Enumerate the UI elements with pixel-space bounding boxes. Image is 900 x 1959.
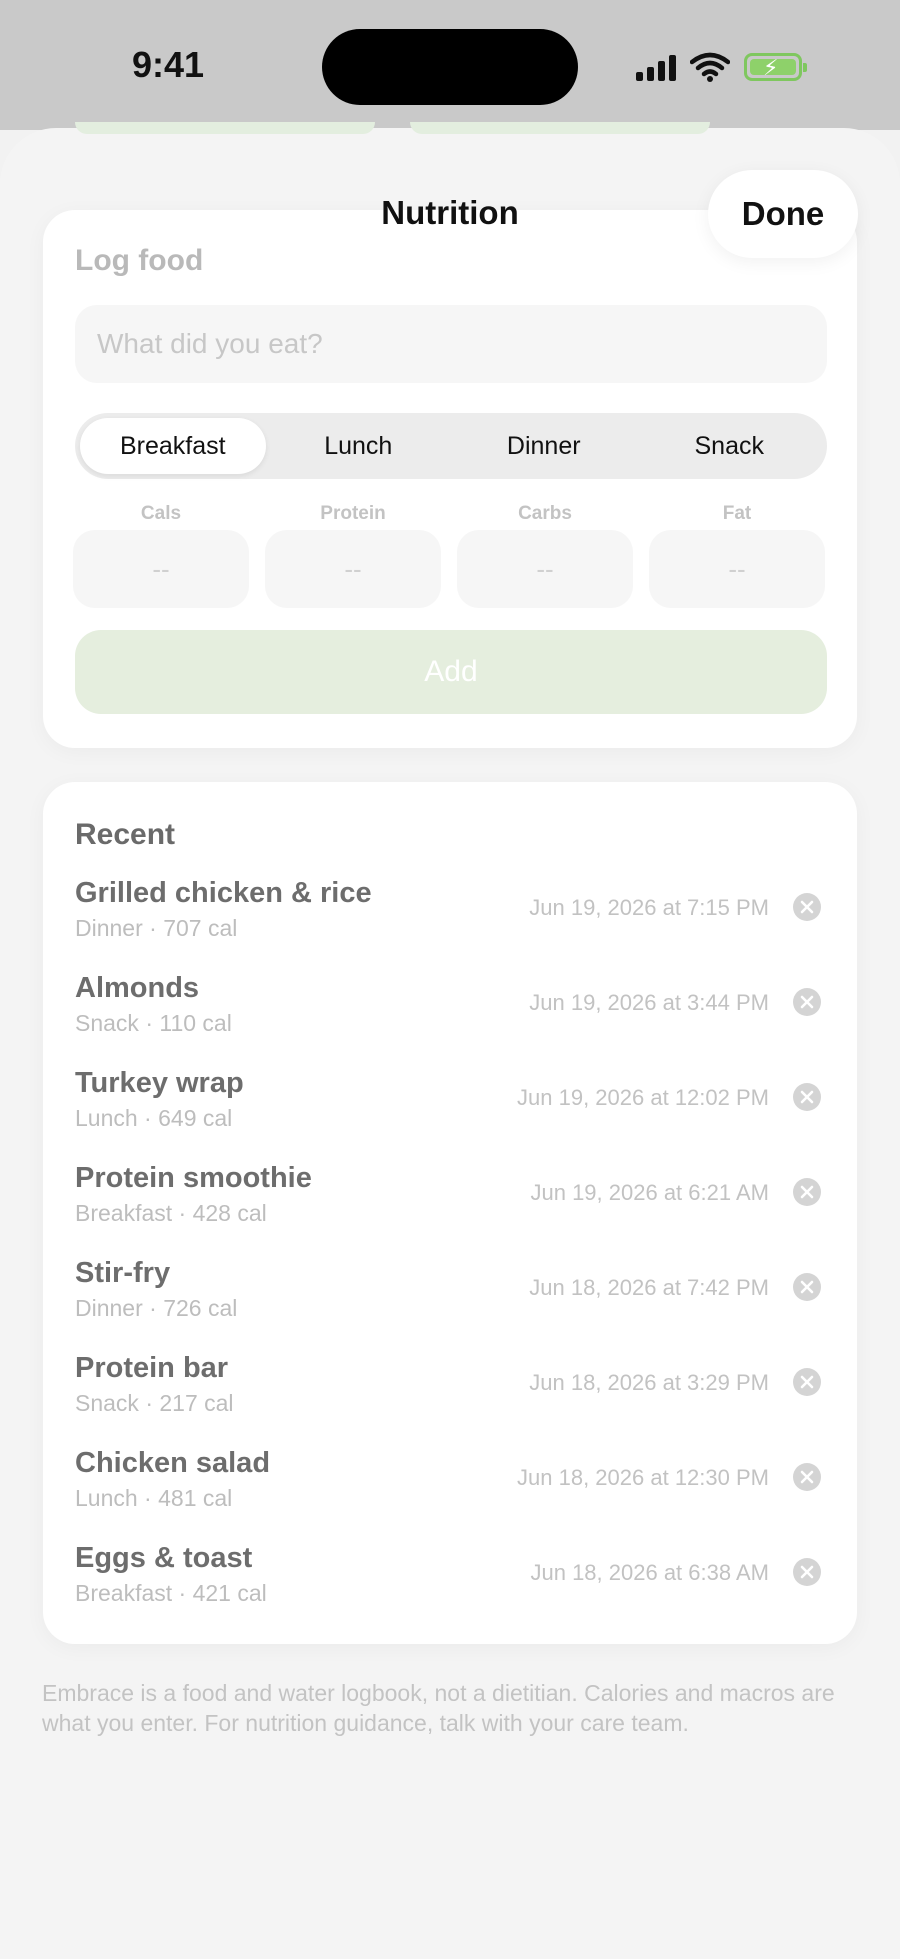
fat-label: Fat [722,503,752,524]
segment-breakfast[interactable]: Breakfast [80,418,266,474]
entry-name: Grilled chicken & rice [75,877,372,909]
delete-entry-icon[interactable] [792,1557,822,1587]
log-food-heading: Log food [75,244,204,277]
entry-name: Eggs & toast [75,1542,253,1574]
entry-name: Stir-fry [75,1257,171,1289]
entry-timestamp: Jun 19, 2026 at 7:15 PM [529,895,769,920]
list-item[interactable]: Almonds Snack · 110 cal Jun 19, 2026 at 3:… [43,972,857,1067]
fat-field[interactable]: -- [649,530,825,608]
battery-charging-icon: ⚡ [744,53,807,81]
entry-timestamp: Jun 19, 2026 at 6:21 AM [530,1180,769,1205]
list-item[interactable]: Grilled chicken & rice Dinner · 707 cal Ju… [43,877,857,972]
carbs-field[interactable]: -- [457,530,633,608]
entry-detail: Breakfast · 421 cal [75,1580,267,1606]
add-button[interactable]: Add [75,630,827,714]
dynamic-island [322,29,578,105]
carbs-label: Carbs [518,503,572,524]
list-item[interactable]: Turkey wrap Lunch · 649 cal Jun 19, 2026 a… [43,1067,857,1162]
status-icons: ⚡ [636,50,807,84]
entry-detail: Lunch · 481 cal [75,1485,233,1511]
meal-type-segmented-control: Breakfast Lunch Dinner Snack [75,413,827,479]
delete-entry-icon[interactable] [792,1367,822,1397]
segment-snack[interactable]: Snack [637,418,823,474]
delete-entry-icon[interactable] [792,987,822,1017]
delete-entry-icon[interactable] [792,1272,822,1302]
entry-name: Turkey wrap [75,1067,244,1099]
entry-detail: Snack · 217 cal [75,1390,234,1416]
entry-timestamp: Jun 18, 2026 at 3:29 PM [529,1370,769,1395]
entry-timestamp: Jun 18, 2026 at 7:42 PM [529,1275,769,1300]
protein-field[interactable]: -- [265,530,441,608]
entry-name: Chicken salad [75,1447,271,1479]
list-item[interactable]: Protein smoothie Breakfast · 428 cal Jun 1… [43,1162,857,1257]
calories-field[interactable]: -- [73,530,249,608]
food-input[interactable] [75,305,827,383]
list-item[interactable]: Eggs & toast Breakfast · 421 cal Jun 18, 2… [43,1542,857,1637]
recent-heading: Recent [75,818,176,851]
status-time: 9:41 [132,44,205,85]
segment-dinner[interactable]: Dinner [451,418,637,474]
entry-detail: Breakfast · 428 cal [75,1200,267,1226]
entry-timestamp: Jun 18, 2026 at 12:30 PM [517,1465,769,1490]
entry-timestamp: Jun 19, 2026 at 12:02 PM [517,1085,769,1110]
background-card-peek [410,122,710,134]
entry-name: Almonds [75,972,200,1004]
list-item[interactable]: Protein bar Snack · 217 cal Jun 18, 2026 a… [43,1352,857,1447]
entry-detail: Dinner · 707 cal [75,915,238,941]
recent-card: Recent Grilled chicken & rice Dinner · 70… [43,782,857,1644]
calories-label: Cals [140,503,182,524]
log-food-card: Log food Breakfast Lunch Dinner Snack Ca… [43,210,857,748]
entry-detail: Snack · 110 cal [75,1010,232,1036]
status-bar: 9:41 ⚡ [0,0,900,130]
entry-detail: Dinner · 726 cal [75,1295,238,1321]
list-item[interactable]: Stir-fry Dinner · 726 cal Jun 18, 2026 at … [43,1257,857,1352]
entry-name: Protein smoothie [75,1162,312,1194]
wifi-icon [690,52,730,82]
segment-lunch[interactable]: Lunch [266,418,452,474]
protein-label: Protein [320,503,386,524]
entry-name: Protein bar [75,1352,229,1384]
delete-entry-icon[interactable] [792,1462,822,1492]
entry-timestamp: Jun 19, 2026 at 3:44 PM [529,990,769,1015]
delete-entry-icon[interactable] [792,1177,822,1207]
background-card-peek [75,122,375,134]
list-item[interactable]: Chicken salad Lunch · 481 cal Jun 18, 2026… [43,1447,857,1542]
done-button[interactable]: Done [708,170,858,258]
delete-entry-icon[interactable] [792,1082,822,1112]
delete-entry-icon[interactable] [792,892,822,922]
entry-detail: Lunch · 649 cal [75,1105,233,1131]
entry-timestamp: Jun 18, 2026 at 6:38 AM [530,1560,769,1585]
cellular-signal-icon [636,53,676,81]
disclaimer-text: Embrace is a food and water logbook, not… [42,1680,835,1736]
